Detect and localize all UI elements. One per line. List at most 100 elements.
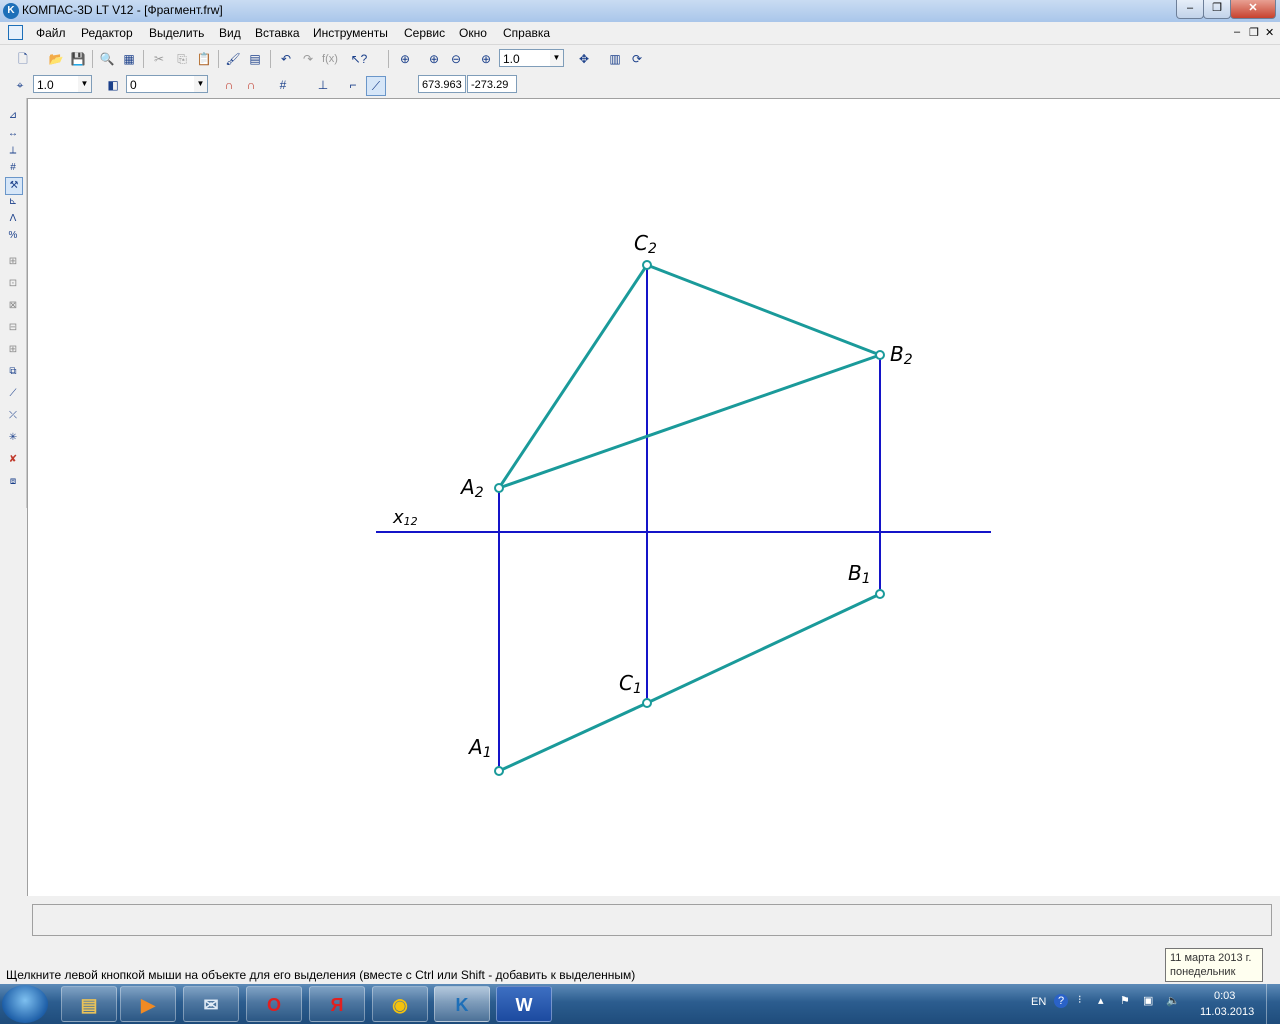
show-hidden-icons-icon[interactable]: ▴ (1098, 994, 1104, 1007)
layers-icon[interactable]: ▥ (606, 50, 624, 68)
symmetry-icon[interactable]: ✳ (5, 430, 21, 446)
kompas-icon[interactable]: K (434, 986, 490, 1022)
clock-date[interactable]: 11.03.2013 (1200, 1006, 1254, 1018)
document-icon[interactable] (8, 25, 23, 40)
collinear-icon[interactable]: ⤫ (5, 408, 21, 424)
layer-input[interactable]: 0 (126, 75, 196, 93)
menu-editor[interactable]: Редактор (81, 26, 133, 40)
step-cursor-icon[interactable]: ⌖ (11, 76, 29, 94)
properties-icon[interactable]: ▤ (246, 50, 264, 68)
menu-window[interactable]: Окно (459, 26, 487, 40)
horizontal-icon[interactable]: ⊟ (5, 320, 21, 336)
kompas-app-icon[interactable]: K (3, 3, 19, 19)
network-icon[interactable]: ▣ (1143, 994, 1153, 1007)
zoom-in-icon[interactable]: ⊕ (425, 50, 443, 68)
menu-tools[interactable]: Инструменты (313, 26, 388, 40)
start-button[interactable] (2, 985, 48, 1023)
pan-icon[interactable]: ✥ (575, 50, 593, 68)
opera-icon[interactable]: O (246, 986, 302, 1022)
snap-magnet-icon[interactable]: ∩ (242, 76, 260, 94)
redo-icon[interactable]: ↷ (299, 50, 317, 68)
clock-time[interactable]: 0:03 (1214, 990, 1235, 1002)
designations-icon[interactable]: ⟂ (5, 143, 21, 159)
parametrization-icon[interactable]: ⚒ (5, 177, 23, 195)
refresh-icon[interactable]: ⟳ (628, 50, 646, 68)
edge-a2-b2[interactable] (498, 353, 881, 490)
delete-constraint-icon[interactable]: ✘ (5, 452, 21, 468)
point-b2[interactable] (875, 350, 885, 360)
point-c1[interactable] (642, 698, 652, 708)
label-b2[interactable]: B2 (890, 342, 913, 368)
local-snap-icon[interactable]: ∩ (220, 76, 238, 94)
local-cs-icon[interactable]: ⊥ (314, 76, 332, 94)
undo-icon[interactable]: ↶ (277, 50, 295, 68)
menu-service[interactable]: Сервис (404, 26, 445, 40)
grid-icon[interactable]: # (274, 76, 292, 94)
fix-length-icon[interactable]: ⊡ (5, 276, 21, 292)
label-axis[interactable]: x12 (392, 507, 418, 528)
select-icon[interactable]: Λ (5, 211, 21, 227)
label-a2[interactable]: A2 (459, 475, 484, 501)
chrome-icon[interactable]: ◉ (372, 986, 428, 1022)
print-preview-icon[interactable]: 🔍 (98, 50, 116, 68)
fix-angle-icon[interactable]: ⊠ (5, 298, 21, 314)
layer-icon[interactable]: ◧ (104, 76, 122, 94)
menu-help[interactable]: Справка (503, 26, 550, 40)
label-c2[interactable]: C2 (634, 231, 657, 257)
edge-a1-c1[interactable] (498, 701, 648, 773)
dimensions-icon[interactable]: ↔ (5, 126, 21, 142)
zoom-dropdown[interactable]: ▼ (550, 49, 564, 67)
explorer-icon[interactable]: ▤ (61, 986, 117, 1022)
mail-icon[interactable]: ✉ (183, 986, 239, 1022)
paste-icon[interactable]: 📋 (195, 50, 213, 68)
zoom-scale-icon[interactable]: ⊕ (477, 50, 495, 68)
properties-field[interactable] (32, 904, 1272, 936)
coord-y-input[interactable]: -273.29 (467, 75, 517, 93)
zoom-window-icon[interactable]: ⊕ (396, 50, 414, 68)
drawing-svg[interactable]: x12 C2 B2 A2 B1 C1 A1 (28, 99, 1280, 896)
doc-minimize-button[interactable]: ‒ (1234, 26, 1240, 38)
show-desktop-button[interactable] (1266, 984, 1280, 1024)
preview-icon[interactable]: ▦ (120, 50, 138, 68)
edge-c2-b2[interactable] (646, 263, 881, 357)
language-indicator[interactable]: EN (1031, 996, 1046, 1008)
geometry-icon[interactable]: ⊿ (5, 108, 21, 124)
format-brush-icon[interactable]: 🖌 (224, 50, 242, 68)
associative-icon[interactable]: % (5, 228, 21, 244)
menu-view[interactable]: Вид (219, 26, 241, 40)
fix-point-icon[interactable]: ⊞ (5, 254, 21, 270)
save-icon[interactable]: 💾 (69, 50, 87, 68)
doc-restore-button[interactable]: ❐ (1249, 26, 1259, 39)
drawing-canvas[interactable]: x12 C2 B2 A2 B1 C1 A1 (27, 98, 1280, 896)
volume-icon[interactable]: 🔈 (1166, 994, 1180, 1007)
zoom-out-icon[interactable]: ⊖ (447, 50, 465, 68)
edit-icon[interactable]: # (5, 160, 21, 176)
zoom-input[interactable]: 1.0 (499, 49, 551, 67)
action-center-flag-icon[interactable]: ⚑ (1120, 994, 1130, 1007)
minimize-button[interactable]: ‒ (1176, 0, 1204, 19)
show-constraints-icon[interactable]: ⧈ (5, 474, 21, 490)
point-b1[interactable] (875, 589, 885, 599)
function-icon[interactable]: f(x) (321, 50, 339, 68)
parametric-mode-icon[interactable]: ⟋ (366, 76, 386, 96)
word-icon[interactable]: W (496, 986, 552, 1022)
label-c1[interactable]: C1 (619, 671, 642, 697)
measure-icon[interactable]: ⊾ (5, 194, 21, 210)
parallel-icon[interactable]: ⧉ (5, 364, 21, 380)
doc-close-button[interactable]: ✕ (1265, 26, 1274, 39)
point-a2[interactable] (494, 483, 504, 493)
maximize-button[interactable]: ❐ (1203, 0, 1231, 19)
new-file-icon[interactable]: 🗋 (14, 50, 32, 68)
label-a1[interactable]: A1 (467, 735, 492, 761)
ortho-icon[interactable]: ⌐ (344, 76, 362, 94)
edge-a2-c2[interactable] (497, 264, 649, 489)
media-player-icon[interactable]: ▶ (120, 986, 176, 1022)
tray-options-icon[interactable]: ⁝ (1078, 993, 1082, 1006)
step-input[interactable]: 1.0 (33, 75, 79, 93)
label-b1[interactable]: B1 (848, 561, 871, 587)
vertical-icon[interactable]: ⊞ (5, 342, 21, 358)
copy-icon[interactable]: ⎘ (173, 50, 191, 68)
perpendicular-icon[interactable]: ⟋ (5, 386, 21, 402)
cut-icon[interactable]: ✂ (150, 50, 168, 68)
menu-insert[interactable]: Вставка (255, 26, 300, 40)
